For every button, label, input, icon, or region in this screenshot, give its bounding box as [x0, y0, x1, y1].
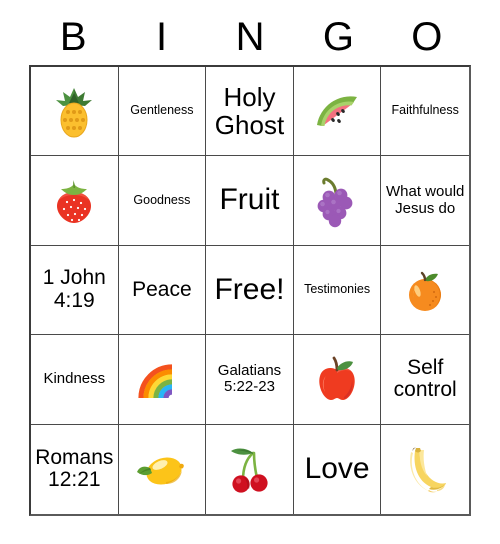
bingo-cell-b1[interactable] — [31, 67, 119, 157]
bingo-header: B I N G O — [29, 8, 471, 65]
pineapple-emoji — [34, 84, 115, 138]
red-apple-emoji — [297, 354, 378, 404]
strawberry-emoji — [34, 176, 115, 226]
bingo-cell-b3[interactable]: 1 John 4:19 — [31, 245, 119, 336]
header-letter-b: B — [59, 14, 87, 59]
bingo-cell-label: 1 John 4:19 — [42, 266, 106, 312]
bingo-cell-n2[interactable]: Fruit — [206, 156, 294, 246]
bingo-cell-o4[interactable]: Self control — [381, 335, 469, 425]
bingo-cell-b4[interactable]: Kindness — [31, 335, 119, 425]
bingo-grid: Gentleness Holy Ghost Faithfulness Goodn… — [29, 65, 471, 516]
bingo-cell-label: Galatians 5:22-23 — [217, 362, 282, 396]
bingo-cell-label: Kindness — [43, 370, 106, 388]
bingo-cell-b2[interactable] — [31, 156, 119, 246]
header-letter-n: N — [235, 14, 265, 59]
bingo-cell-i5[interactable] — [118, 424, 207, 514]
bingo-cell-g2[interactable] — [293, 156, 382, 246]
cherries-emoji — [209, 444, 290, 494]
header-letter-i: I — [156, 14, 168, 59]
bingo-cell-g5[interactable]: Love — [293, 424, 382, 514]
bingo-cell-label: Testimonies — [304, 282, 371, 297]
bingo-cell-label: Gentleness — [130, 103, 194, 118]
rainbow-emoji — [122, 358, 203, 400]
bingo-cell-i3[interactable]: Peace — [118, 245, 207, 336]
bingo-cell-g4[interactable] — [293, 335, 382, 425]
bingo-cell-i4[interactable] — [118, 335, 207, 425]
header-letter-o: O — [411, 14, 443, 59]
bingo-cell-o2[interactable]: What would Jesus do — [381, 156, 469, 246]
bingo-cell-n5[interactable] — [206, 424, 294, 514]
bingo-cell-label: What would Jesus do — [386, 183, 465, 217]
bingo-cell-label: Free! — [214, 272, 285, 306]
lemon-emoji — [122, 448, 203, 490]
bingo-cell-label: Romans 12:21 — [35, 445, 114, 492]
bingo-cell-label: Holy Ghost — [214, 82, 285, 141]
bingo-cell-g3[interactable]: Testimonies — [293, 245, 382, 336]
banana-emoji — [384, 443, 466, 495]
bingo-cell-label: Peace — [132, 277, 192, 301]
tangerine-emoji — [384, 265, 466, 315]
bingo-cell-o1[interactable]: Faithfulness — [381, 67, 469, 157]
bingo-cell-i1[interactable]: Gentleness — [118, 67, 207, 157]
header-letter-g: G — [322, 14, 354, 59]
bingo-cell-label: Faithfulness — [391, 103, 459, 118]
bingo-cell-label: Goodness — [133, 192, 191, 207]
bingo-cell-label: Fruit — [219, 183, 280, 217]
bingo-cell-i2[interactable]: Goodness — [118, 156, 207, 246]
bingo-cell-o5[interactable] — [381, 424, 469, 514]
bingo-cell-n3[interactable]: Free! — [206, 245, 294, 336]
watermelon-emoji — [297, 89, 378, 133]
bingo-card: B I N G O Gentleness Holy Ghost Faithful… — [0, 0, 500, 544]
bingo-cell-n1[interactable]: Holy Ghost — [206, 67, 294, 157]
bingo-cell-label: Love — [304, 452, 370, 486]
bingo-cell-b5[interactable]: Romans 12:21 — [31, 424, 119, 514]
bingo-cell-o3[interactable] — [381, 245, 469, 336]
bingo-cell-g1[interactable] — [293, 67, 382, 157]
bingo-cell-n4[interactable]: Galatians 5:22-23 — [206, 335, 294, 425]
grapes-emoji — [297, 173, 378, 229]
bingo-cell-label: Self control — [393, 355, 457, 402]
